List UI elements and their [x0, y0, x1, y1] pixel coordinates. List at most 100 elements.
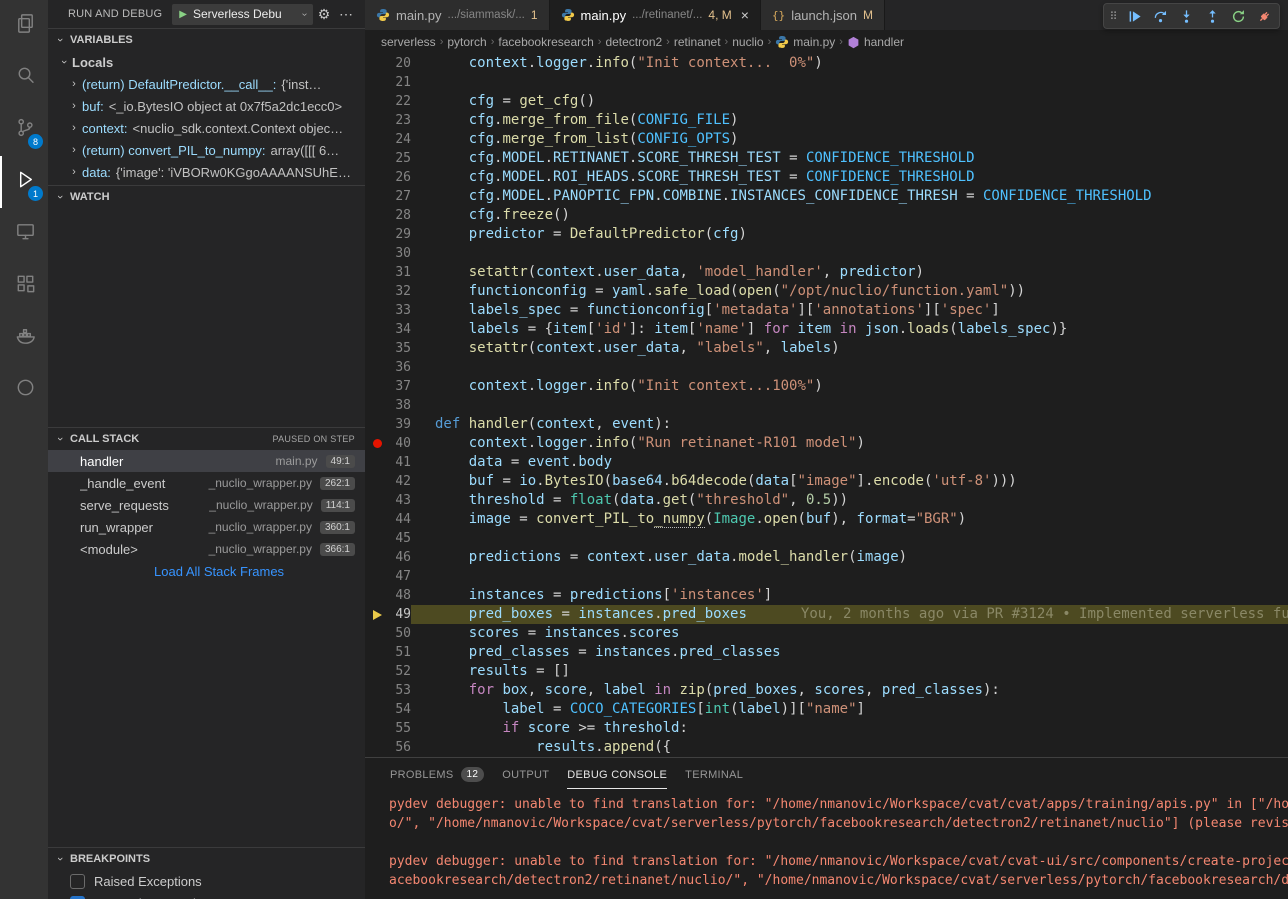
editor-tab[interactable]: {}launch.jsonM — [761, 0, 885, 30]
breakpoint-gutter[interactable]: 20 — [365, 54, 411, 73]
breakpoint-row[interactable]: ✓Uncaught Exceptions — [48, 892, 365, 899]
code-text[interactable]: image = convert_PIL_to_numpy(Image.open(… — [411, 510, 1288, 529]
breakpoint-gutter[interactable]: 25 — [365, 149, 411, 168]
step-out-button[interactable] — [1201, 5, 1224, 28]
code-line[interactable]: 49 pred_boxes = instances.pred_boxesYou,… — [365, 605, 1288, 624]
code-text[interactable] — [411, 358, 1288, 377]
breakpoint-gutter[interactable]: 31 — [365, 263, 411, 282]
code-line[interactable]: 56 results.append({ — [365, 738, 1288, 757]
breakpoint-gutter[interactable]: 24 — [365, 130, 411, 149]
code-text[interactable]: for box, score, label in zip(pred_boxes,… — [411, 681, 1288, 700]
breakpoint-gutter[interactable]: 45 — [365, 529, 411, 548]
code-line[interactable]: 55 if score >= threshold: — [365, 719, 1288, 738]
breakpoint-gutter[interactable]: 33 — [365, 301, 411, 320]
sidebar-item-docker[interactable] — [0, 312, 48, 364]
sidebar-item-remote-explorer[interactable] — [0, 208, 48, 260]
code-line[interactable]: 30 — [365, 244, 1288, 263]
call-stack-frame[interactable]: handlermain.py49:1 — [48, 450, 365, 472]
breakpoint-gutter[interactable]: 38 — [365, 396, 411, 415]
code-text[interactable]: pred_boxes = instances.pred_boxesYou, 2 … — [411, 605, 1288, 624]
restart-button[interactable] — [1227, 5, 1250, 28]
breakpoint-gutter[interactable]: 29 — [365, 225, 411, 244]
code-text[interactable]: functionconfig = yaml.safe_load(open("/o… — [411, 282, 1288, 301]
code-line[interactable]: 53 for box, score, label in zip(pred_box… — [365, 681, 1288, 700]
code-text[interactable]: if score >= threshold: — [411, 719, 1288, 738]
breakpoint-gutter[interactable]: 39 — [365, 415, 411, 434]
code-text[interactable]: cfg.merge_from_file(CONFIG_FILE) — [411, 111, 1288, 130]
breadcrumb-item[interactable]: serverless — [381, 35, 436, 49]
sidebar-item-search[interactable] — [0, 52, 48, 104]
panel-tab-problems[interactable]: PROBLEMS12 — [381, 758, 493, 791]
call-stack-frame[interactable]: serve_requests_nuclio_wrapper.py114:1 — [48, 494, 365, 516]
code-text[interactable]: labels = {item['id']: item['name'] for i… — [411, 320, 1288, 339]
code-line[interactable]: 52 results = [] — [365, 662, 1288, 681]
code-text[interactable]: label = COCO_CATEGORIES[int(label)]["nam… — [411, 700, 1288, 719]
step-over-button[interactable] — [1149, 5, 1172, 28]
breakpoint-gutter[interactable]: 21 — [365, 73, 411, 92]
call-stack-frame[interactable]: <module>_nuclio_wrapper.py366:1 — [48, 538, 365, 560]
code-line[interactable]: 46 predictions = context.user_data.model… — [365, 548, 1288, 567]
breakpoint-gutter[interactable]: 54 — [365, 700, 411, 719]
breakpoint-gutter[interactable]: 40 — [365, 434, 411, 453]
breakpoint-gutter[interactable]: 42 — [365, 472, 411, 491]
code-line[interactable]: 40 context.logger.info("Run retinanet-R1… — [365, 434, 1288, 453]
code-line[interactable]: 42 buf = io.BytesIO(base64.b64decode(dat… — [365, 472, 1288, 491]
breakpoint-gutter[interactable]: 37 — [365, 377, 411, 396]
code-text[interactable]: cfg.freeze() — [411, 206, 1288, 225]
breakpoint-gutter[interactable]: 52 — [365, 662, 411, 681]
variable-row[interactable]: buf:<_io.BytesIO object at 0x7f5a2dc1ecc… — [48, 95, 365, 117]
variable-row[interactable]: data:{'image': 'iVBORw0KGgoAAAANSUhE… — [48, 161, 365, 183]
code-line[interactable]: 39def handler(context, event): — [365, 415, 1288, 434]
code-text[interactable]: setattr(context.user_data, 'model_handle… — [411, 263, 1288, 282]
code-line[interactable]: 41 data = event.body — [365, 453, 1288, 472]
code-line[interactable]: 34 labels = {item['id']: item['name'] fo… — [365, 320, 1288, 339]
variables-section-header[interactable]: VARIABLES — [48, 29, 365, 51]
breakpoint-gutter[interactable]: 34 — [365, 320, 411, 339]
continue-button[interactable] — [1123, 5, 1146, 28]
code-text[interactable] — [411, 396, 1288, 415]
code-text[interactable]: instances = predictions['instances'] — [411, 586, 1288, 605]
call-stack-frame[interactable]: run_wrapper_nuclio_wrapper.py360:1 — [48, 516, 365, 538]
code-text[interactable]: setattr(context.user_data, "labels", lab… — [411, 339, 1288, 358]
code-text[interactable]: def handler(context, event): — [411, 415, 1288, 434]
sidebar-item-run-and-debug[interactable]: 1 — [0, 156, 48, 208]
breakpoint-gutter[interactable]: 49 — [365, 605, 411, 624]
breadcrumb-item[interactable]: retinanet — [674, 35, 721, 49]
code-text[interactable]: buf = io.BytesIO(base64.b64decode(data["… — [411, 472, 1288, 491]
close-icon[interactable]: × — [741, 7, 749, 23]
breakpoint-gutter[interactable]: 41 — [365, 453, 411, 472]
code-text[interactable]: cfg.MODEL.PANOPTIC_FPN.COMBINE.INSTANCES… — [411, 187, 1288, 206]
breakpoint-gutter[interactable]: 47 — [365, 567, 411, 586]
code-line[interactable]: 36 — [365, 358, 1288, 377]
panel-tab-output[interactable]: OUTPUT — [493, 758, 558, 791]
code-text[interactable]: pred_classes = instances.pred_classes — [411, 643, 1288, 662]
breadcrumb-item[interactable]: pytorch — [447, 35, 486, 49]
code-text[interactable] — [411, 244, 1288, 263]
breakpoint-gutter[interactable]: 44 — [365, 510, 411, 529]
breakpoint-gutter[interactable]: 56 — [365, 738, 411, 757]
debug-current-line-icon[interactable] — [369, 610, 385, 620]
code-line[interactable]: 33 labels_spec = functionconfig['metadat… — [365, 301, 1288, 320]
breakpoint-gutter[interactable]: 48 — [365, 586, 411, 605]
breadcrumb-item[interactable]: nuclio — [732, 35, 763, 49]
code-text[interactable]: cfg.merge_from_list(CONFIG_OPTS) — [411, 130, 1288, 149]
code-line[interactable]: 54 label = COCO_CATEGORIES[int(label)]["… — [365, 700, 1288, 719]
start-debug-icon[interactable]: ▶ — [179, 9, 187, 20]
code-line[interactable]: 38 — [365, 396, 1288, 415]
code-line[interactable]: 32 functionconfig = yaml.safe_load(open(… — [365, 282, 1288, 301]
scope-locals[interactable]: Locals — [48, 51, 365, 73]
code-line[interactable]: 28 cfg.freeze() — [365, 206, 1288, 225]
code-line[interactable]: 27 cfg.MODEL.PANOPTIC_FPN.COMBINE.INSTAN… — [365, 187, 1288, 206]
code-line[interactable]: 21 — [365, 73, 1288, 92]
breakpoint-gutter[interactable]: 22 — [365, 92, 411, 111]
checkbox[interactable]: ✓ — [70, 896, 85, 899]
code-line[interactable]: 29 predictor = DefaultPredictor(cfg) — [365, 225, 1288, 244]
breadcrumb-item[interactable]: handler — [847, 35, 904, 49]
code-text[interactable]: predictor = DefaultPredictor(cfg) — [411, 225, 1288, 244]
code-line[interactable]: 24 cfg.merge_from_list(CONFIG_OPTS) — [365, 130, 1288, 149]
editor-tab[interactable]: main.py.../siammask/...1 — [365, 0, 550, 30]
breakpoint-gutter[interactable]: 27 — [365, 187, 411, 206]
debug-config-dropdown[interactable]: ▶ Serverless Debu › — [172, 4, 313, 25]
breakpoint-icon[interactable] — [369, 439, 385, 448]
step-into-button[interactable] — [1175, 5, 1198, 28]
